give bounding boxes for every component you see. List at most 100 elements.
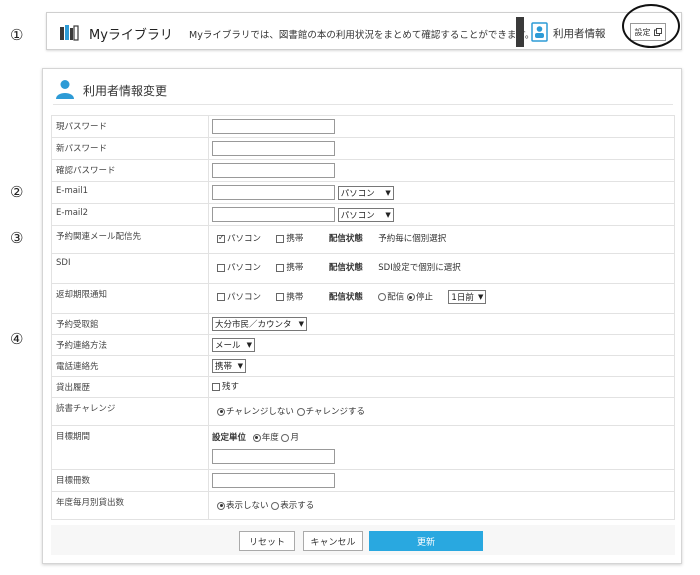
row-current-password: 現パスワード bbox=[51, 115, 675, 138]
monthly-label: 年度毎月別貸出数 bbox=[51, 491, 209, 520]
pickup-library-label: 予約受取館 bbox=[51, 313, 209, 335]
reserve-status-value: 予約毎に個別選択 bbox=[378, 234, 447, 244]
challenge-no-radio[interactable] bbox=[217, 407, 225, 416]
marker-3: ③ bbox=[10, 229, 24, 247]
current-password-input[interactable] bbox=[212, 119, 335, 134]
email2-device-select[interactable]: パソコン ▼ bbox=[337, 207, 394, 222]
email1-device-value: パソコン bbox=[340, 188, 375, 199]
marker-4: ④ bbox=[10, 330, 24, 348]
challenge-label: 読書チャレンジ bbox=[51, 397, 209, 426]
row-reserve-mail: 予約関連メール配信先 パソコン 携帯 配信状態 予約毎に個別選択 bbox=[51, 225, 675, 254]
dropdown-arrow-icon: ▼ bbox=[478, 293, 484, 301]
sdi-status-label: 配信状態 bbox=[328, 263, 363, 273]
challenge-no-label: チャレンジしない bbox=[226, 407, 294, 417]
dropdown-arrow-icon: ▼ bbox=[385, 210, 391, 219]
row-monthly: 年度毎月別貸出数 表示しない 表示する bbox=[51, 491, 675, 520]
history-keep-label: 残す bbox=[222, 382, 240, 392]
overdue-mobile-label: 携帯 bbox=[286, 292, 304, 303]
goal-month-label: 月 bbox=[290, 433, 299, 443]
email1-device-select[interactable]: パソコン ▼ bbox=[337, 185, 394, 200]
current-password-label: 現パスワード bbox=[51, 115, 209, 138]
dropdown-arrow-icon: ▼ bbox=[237, 362, 243, 370]
row-contact-method: 予約連絡方法 メール ▼ bbox=[51, 334, 675, 356]
goal-count-label: 目標冊数 bbox=[51, 469, 209, 492]
goal-month-radio[interactable] bbox=[281, 433, 290, 442]
overdue-send-label: 配信 bbox=[387, 292, 405, 303]
user-info-form: 現パスワード 新パスワード 確認パスワード E-mail1 パソコン ▼ E-ma… bbox=[51, 115, 675, 520]
dropdown-arrow-icon: ▼ bbox=[385, 188, 391, 197]
reset-button[interactable]: リセット bbox=[239, 531, 295, 551]
goal-count-input[interactable] bbox=[212, 473, 335, 488]
row-new-password: 新パスワード bbox=[51, 137, 675, 160]
cancel-button[interactable]: キャンセル bbox=[303, 531, 363, 551]
pickup-library-value: 大分市民／カウンタ bbox=[215, 320, 292, 330]
contact-method-select[interactable]: メール ▼ bbox=[212, 338, 255, 352]
reserve-mail-label: 予約関連メール配信先 bbox=[51, 225, 209, 254]
email1-label: E-mail1 bbox=[51, 181, 209, 204]
row-goal-period: 目標期間 設定単位 年度 月 bbox=[51, 425, 675, 470]
row-pickup-library: 予約受取館 大分市民／カウンタ ▼ bbox=[51, 313, 675, 335]
goal-period-input[interactable] bbox=[212, 449, 335, 464]
dropdown-arrow-icon: ▼ bbox=[246, 341, 252, 349]
overdue-stop-label: 停止 bbox=[415, 292, 433, 303]
row-email2: E-mail2 パソコン ▼ bbox=[51, 203, 675, 226]
sdi-status-value: SDI設定で個別に選択 bbox=[378, 263, 461, 273]
phone-value: 携帯 bbox=[215, 362, 233, 372]
row-confirm-password: 確認パスワード bbox=[51, 159, 675, 182]
form-footer: リセット キャンセル 更新 bbox=[51, 525, 675, 555]
mylibrary-header: Myライブラリ Myライブラリでは、図書館の本の利用状況をまとめて確認することが… bbox=[46, 12, 682, 50]
header-divider bbox=[516, 17, 524, 47]
new-password-input[interactable] bbox=[212, 141, 335, 156]
pickup-library-select[interactable]: 大分市民／カウンタ ▼ bbox=[212, 317, 307, 331]
history-label: 貸出履歴 bbox=[51, 376, 209, 398]
row-history: 貸出履歴 残す bbox=[51, 376, 675, 398]
dropdown-arrow-icon: ▼ bbox=[298, 320, 304, 328]
email2-label: E-mail2 bbox=[51, 203, 209, 226]
overdue-label: 返却期限通知 bbox=[51, 283, 209, 314]
sdi-label: SDI bbox=[51, 253, 209, 284]
reserve-mobile-checkbox[interactable] bbox=[276, 234, 285, 243]
email1-input[interactable] bbox=[212, 185, 335, 200]
contact-method-value: メール bbox=[215, 341, 241, 351]
monthly-hide-radio[interactable] bbox=[217, 501, 225, 510]
overdue-pc-checkbox[interactable] bbox=[217, 293, 225, 301]
reserve-pc-checkbox[interactable] bbox=[217, 233, 225, 243]
contact-method-label: 予約連絡方法 bbox=[51, 334, 209, 356]
overdue-mobile-checkbox[interactable] bbox=[276, 293, 285, 301]
email2-input[interactable] bbox=[212, 207, 335, 222]
row-email1: E-mail1 パソコン ▼ bbox=[51, 181, 675, 204]
overdue-send-radio[interactable] bbox=[378, 293, 387, 301]
monthly-show-label: 表示する bbox=[280, 501, 315, 511]
goal-year-radio[interactable] bbox=[252, 433, 261, 442]
history-keep-checkbox[interactable] bbox=[212, 382, 220, 391]
challenge-yes-radio[interactable] bbox=[296, 407, 305, 416]
sdi-pc-checkbox[interactable] bbox=[217, 263, 225, 272]
overdue-stop-radio[interactable] bbox=[406, 293, 415, 301]
marker-1: ① bbox=[10, 26, 24, 44]
reserve-mobile-label: 携帯 bbox=[286, 234, 304, 244]
update-button[interactable]: 更新 bbox=[369, 531, 483, 551]
sdi-mobile-label: 携帯 bbox=[286, 263, 304, 273]
overdue-pc-label: パソコン bbox=[227, 292, 262, 303]
mylibrary-title: Myライブラリ bbox=[89, 28, 173, 43]
goal-unit-label: 設定単位 bbox=[212, 433, 247, 443]
confirm-password-input[interactable] bbox=[212, 163, 335, 178]
user-info-link[interactable]: 利用者情報 bbox=[553, 26, 606, 41]
monthly-hide-label: 表示しない bbox=[226, 501, 269, 511]
email2-device-value: パソコン bbox=[340, 210, 375, 221]
marker-2: ② bbox=[10, 183, 24, 201]
person-icon bbox=[56, 80, 74, 99]
highlight-circle bbox=[622, 4, 680, 48]
overdue-status-label: 配信状態 bbox=[328, 292, 363, 303]
overdue-timing-value: 1日前 bbox=[451, 293, 474, 303]
row-overdue: 返却期限通知 パソコン 携帯 配信状態 配信 停止 1日前 ▼ bbox=[51, 283, 675, 314]
mylibrary-description: Myライブラリでは、図書館の本の利用状況をまとめて確認することができます。 bbox=[189, 30, 535, 41]
sdi-mobile-checkbox[interactable] bbox=[276, 263, 285, 272]
sdi-pc-label: パソコン bbox=[227, 263, 262, 273]
new-password-label: 新パスワード bbox=[51, 137, 209, 160]
phone-select[interactable]: 携帯 ▼ bbox=[212, 359, 246, 373]
monthly-show-radio[interactable] bbox=[271, 501, 280, 510]
confirm-password-label: 確認パスワード bbox=[51, 159, 209, 182]
overdue-timing-select[interactable]: 1日前 ▼ bbox=[448, 290, 487, 304]
row-phone: 電話連絡先 携帯 ▼ bbox=[51, 355, 675, 377]
